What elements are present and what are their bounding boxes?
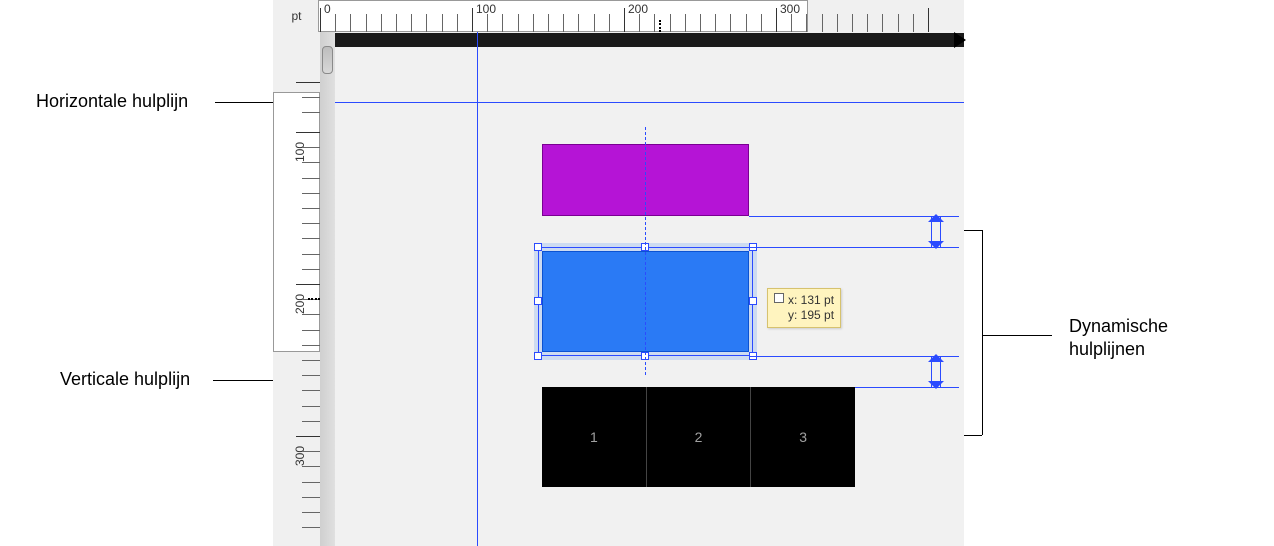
- arrow-right-icon: [954, 32, 966, 48]
- selection-handle[interactable]: [534, 352, 542, 360]
- ruler-label: 0: [324, 2, 331, 16]
- selection-handle[interactable]: [749, 297, 757, 305]
- selection-handle[interactable]: [534, 297, 542, 305]
- ruler-label: 100: [293, 142, 307, 162]
- distance-indicator: [931, 356, 941, 387]
- horizontal-ruler[interactable]: 0 100 200 300: [320, 0, 964, 33]
- distance-indicator: [931, 216, 941, 247]
- callout-vertical-guide: Verticale hulplijn: [60, 368, 190, 391]
- canvas-scrollbar[interactable]: [320, 32, 336, 546]
- callout-dynamic-guides: Dynamische hulplijnen: [1069, 315, 1168, 360]
- ruler-label: 200: [293, 294, 307, 314]
- design-canvas[interactable]: x: 131 pt y: 195 pt 1 2 3: [335, 32, 964, 546]
- design-canvas-app: pt 0 100 200 300: [273, 0, 964, 546]
- tooltip-x-value: x: 131 pt: [788, 293, 834, 307]
- vertical-ruler[interactable]: 100 200 300: [273, 32, 321, 546]
- horizontal-guide-line[interactable]: [335, 102, 964, 103]
- alignment-center-indicator: [645, 127, 646, 375]
- box-cell[interactable]: 2: [647, 387, 752, 487]
- ruler-label: 300: [293, 446, 307, 466]
- ruler-unit[interactable]: pt: [273, 0, 321, 33]
- box-cell[interactable]: 3: [751, 387, 855, 487]
- callout-text: Dynamische: [1069, 316, 1168, 336]
- page-header-bar: [335, 33, 964, 47]
- position-tooltip: x: 131 pt y: 195 pt: [767, 288, 841, 328]
- tooltip-y-value: y: 195 pt: [788, 308, 834, 322]
- callout-horizontal-guide: Horizontale hulplijn: [36, 90, 188, 113]
- leader-line: [982, 335, 1052, 336]
- selection-handle[interactable]: [534, 243, 542, 251]
- tooltip-anchor-icon: [774, 293, 784, 303]
- box-cell[interactable]: 1: [542, 387, 647, 487]
- ruler-position-marker: [659, 20, 662, 32]
- shape-box-group[interactable]: 1 2 3: [542, 387, 855, 487]
- vertical-guide-line[interactable]: [477, 32, 478, 546]
- ruler-position-marker: [308, 298, 320, 300]
- leader-line: [982, 230, 983, 435]
- callout-text: hulplijnen: [1069, 339, 1145, 359]
- scrollbar-thumb[interactable]: [322, 46, 333, 74]
